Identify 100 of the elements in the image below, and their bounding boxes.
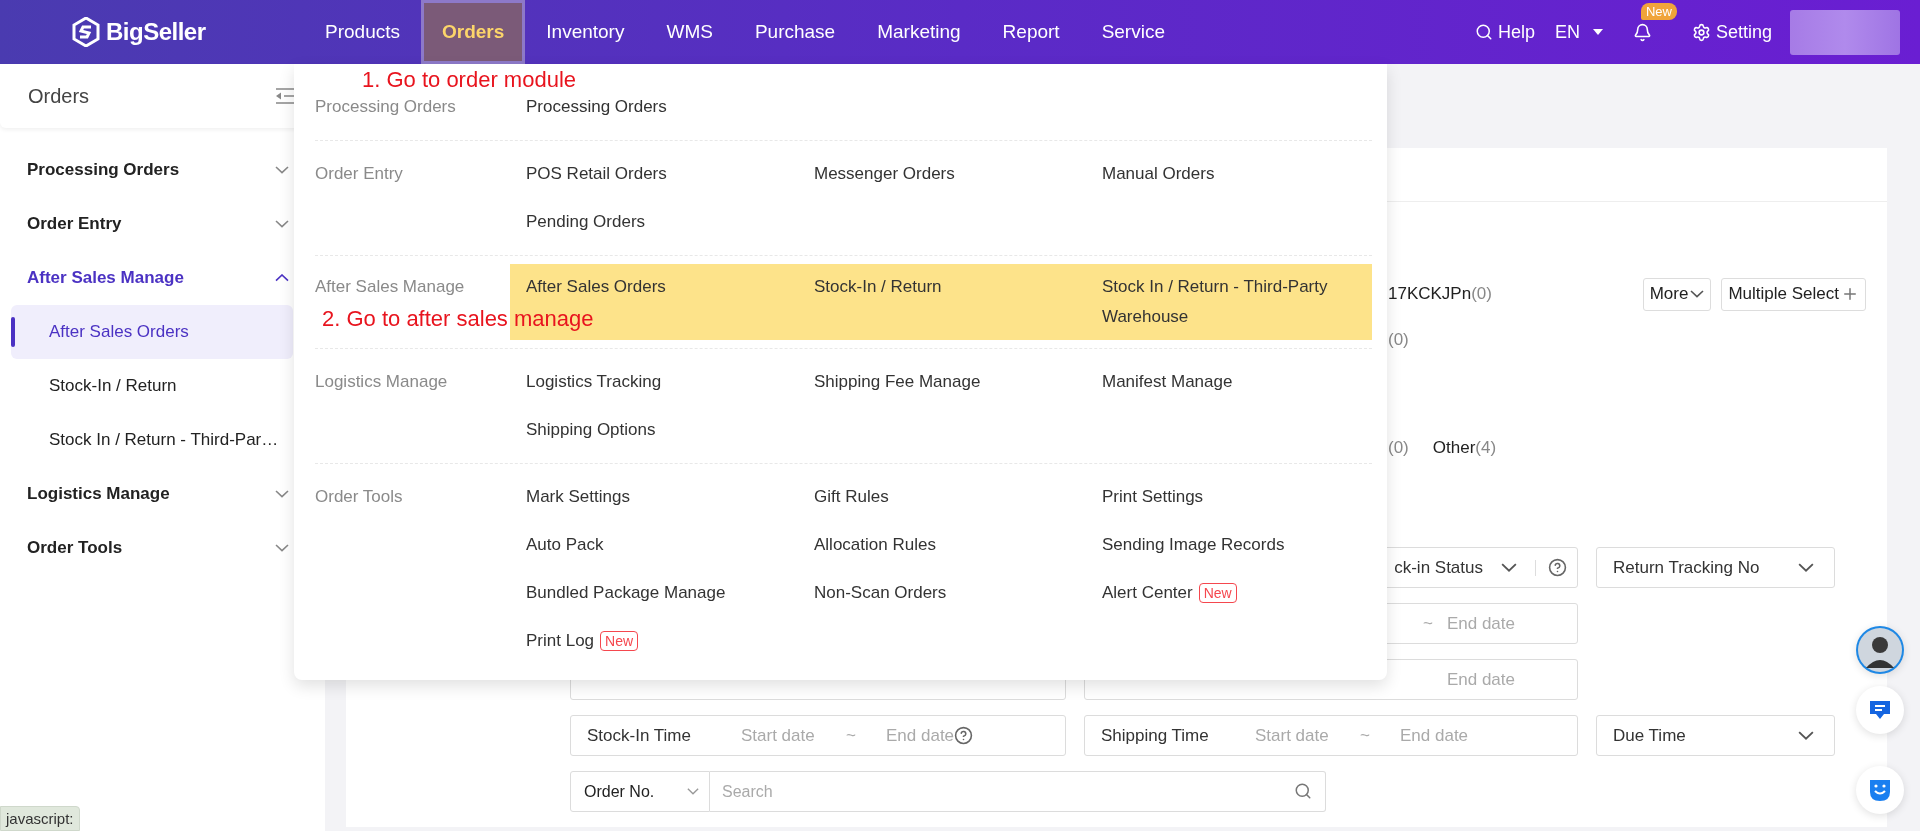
menu-category: Order Tools [315, 486, 404, 508]
chevron-up-icon [275, 274, 289, 282]
end-date-placeholder: End date [1400, 725, 1469, 746]
field-label: Stock-In Time [587, 725, 692, 746]
chevron-down-icon [275, 220, 289, 228]
filter-tag[interactable]: (0) [1388, 330, 1409, 350]
menu-category: Order Entry [315, 163, 404, 185]
end-date-placeholder: End date [1446, 669, 1515, 690]
sidebar-group[interactable]: Processing Orders [11, 143, 293, 197]
menu-item[interactable]: Auto Pack [526, 530, 604, 560]
menu-item[interactable]: Bundled Package Manage [526, 578, 726, 608]
sidebar-item[interactable]: After Sales Orders [11, 305, 293, 359]
chevron-down-icon [275, 166, 289, 174]
filter-tag[interactable]: 17KCKJPn(0) [1388, 284, 1492, 304]
search-icon [1294, 782, 1312, 800]
annotation-text: 2. Go to after sales manage [322, 306, 594, 332]
chevron-down-icon [1798, 731, 1814, 740]
menu-item[interactable]: Logistics Tracking [526, 367, 662, 397]
new-badge: New [600, 631, 639, 651]
menu-item[interactable]: Print Settings [1102, 482, 1204, 512]
new-badge: New [1640, 2, 1677, 20]
smile-icon [1867, 777, 1893, 803]
menu-item[interactable]: Sending Image Records [1102, 530, 1285, 560]
blurred-user-block[interactable] [1790, 9, 1900, 55]
nav-tab[interactable]: Report [981, 0, 1081, 64]
search-field[interactable]: Search [710, 771, 1326, 812]
chevron-down-icon [687, 788, 699, 795]
new-badge: New [1198, 583, 1237, 603]
chevron-down-icon [1501, 563, 1517, 572]
sidebar-group[interactable]: Order Tools [11, 521, 293, 575]
menu-item[interactable]: Mark Settings [526, 482, 630, 512]
menu-item[interactable]: Shipping Fee Manage [814, 367, 981, 397]
end-date-placeholder: End date [886, 725, 955, 746]
multiple-select-button[interactable]: Multiple Select [1721, 277, 1866, 311]
nav-tab[interactable]: Orders [421, 0, 526, 64]
help-link[interactable]: Help [1474, 21, 1535, 43]
nav-tab[interactable]: Inventory [525, 0, 646, 64]
settings-link[interactable]: Setting [1691, 21, 1772, 43]
nav-tab[interactable]: Products [304, 0, 421, 64]
filter-tag[interactable]: Other(4) [1432, 438, 1497, 458]
assistant-button[interactable] [1856, 766, 1904, 814]
date-range-field[interactable]: Shipping Time Start date ~ End date [1084, 715, 1578, 756]
menu-item[interactable]: Manual Orders [1102, 159, 1215, 189]
more-button[interactable]: More [1642, 277, 1712, 311]
chevron-down-icon [1690, 290, 1705, 298]
logo-text: BigSeller [106, 18, 206, 46]
end-date-placeholder: End date [1446, 613, 1515, 634]
nav-tab[interactable]: WMS [645, 0, 734, 64]
language-select[interactable]: EN [1554, 21, 1603, 43]
menu-item[interactable]: Manifest Manage [1102, 367, 1233, 397]
menu-item[interactable]: Shipping Options [526, 415, 656, 445]
bell-icon[interactable] [1632, 22, 1652, 42]
menu-item[interactable]: Gift Rules [814, 482, 889, 512]
chat-button[interactable] [1856, 686, 1904, 734]
sidebar-group[interactable]: After Sales Manage [11, 251, 293, 305]
sidebar-item[interactable]: Stock In / Return - Third-Par… [11, 413, 293, 467]
range-separator: ~ [846, 725, 857, 746]
logo-icon [72, 17, 100, 47]
menu-item[interactable]: POS Retail Orders [526, 159, 667, 189]
menu-category: After Sales Manage [315, 276, 466, 298]
help-icon [954, 726, 974, 745]
menu-category: Logistics Manage [315, 371, 449, 393]
menu-item[interactable]: Messenger Orders [814, 159, 955, 189]
filter-tag[interactable]: (0) [1388, 438, 1409, 458]
select-label: Return Tracking No [1613, 557, 1760, 578]
sidebar-item[interactable]: Stock-In / Return [11, 359, 293, 413]
chevron-down-icon [1798, 563, 1814, 572]
nav-tab[interactable]: Purchase [733, 0, 857, 64]
menu-item[interactable]: After Sales Orders [526, 272, 666, 302]
search-type-select[interactable]: Order No. [570, 771, 710, 812]
date-range-field[interactable]: Stock-In Time Start date ~ End date [570, 715, 1066, 756]
menu-item[interactable]: Stock-In / Return [814, 272, 942, 302]
select-field[interactable]: Return Tracking No [1596, 547, 1835, 588]
menu-item[interactable]: Stock In / Return - Third-Party Warehouse [1102, 272, 1362, 332]
menu-item[interactable]: Processing Orders [526, 92, 667, 122]
select-label: Due Time [1613, 725, 1686, 746]
menu-item[interactable]: Allocation Rules [814, 530, 936, 560]
sidebar-group[interactable]: Order Entry [11, 197, 293, 251]
menu-item[interactable]: Non-Scan Orders [814, 578, 947, 608]
menu-item[interactable]: Print Log New [526, 626, 639, 656]
nav-tab[interactable]: Service [1080, 0, 1186, 64]
settings-icon [1691, 22, 1711, 42]
nav-tab[interactable]: Marketing [856, 0, 982, 64]
caret-icon [1592, 29, 1603, 35]
help-icon [1548, 558, 1567, 577]
select-label: ck-in Status [1394, 557, 1483, 578]
avatar[interactable] [1856, 626, 1904, 674]
start-date-placeholder: Start date [1255, 725, 1330, 746]
select-field[interactable]: Due Time [1596, 715, 1835, 756]
menu-item[interactable]: Pending Orders [526, 207, 646, 237]
menu-item[interactable]: Alert Center New [1102, 578, 1237, 608]
sidebar-group[interactable]: Logistics Manage [11, 467, 293, 521]
status-text: javascript: [0, 806, 80, 831]
sidebar-title: Orders [28, 84, 90, 108]
avatar-icon [1858, 628, 1902, 672]
collapse-icon[interactable] [275, 88, 297, 104]
annotation-text: 1. Go to order module [362, 67, 576, 93]
chevron-down-icon [275, 544, 289, 552]
menu-category: Processing Orders [315, 96, 457, 118]
search-icon [1474, 23, 1493, 41]
